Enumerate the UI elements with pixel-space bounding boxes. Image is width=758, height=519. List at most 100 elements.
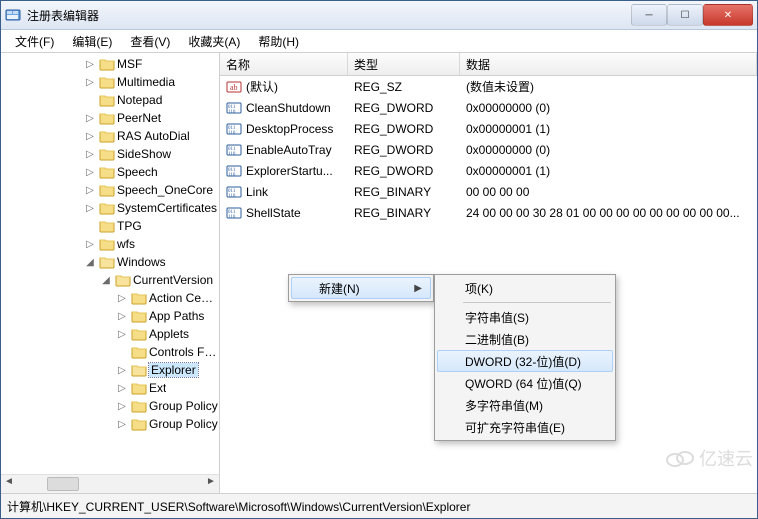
list-row[interactable]: 011110CleanShutdownREG_DWORD0x00000000 (… (220, 97, 757, 118)
tree-label: Action Center (149, 291, 219, 305)
tree-label: Controls Folder (149, 345, 219, 359)
tree-item[interactable]: ▷Applets (3, 325, 219, 343)
tree-item[interactable]: ▷App Paths (3, 307, 219, 325)
tree-item[interactable]: ▷RAS AutoDial (3, 127, 219, 145)
context-separator (463, 302, 611, 303)
expand-icon[interactable]: ▷ (83, 131, 97, 142)
tree-item[interactable]: ▷Speech (3, 163, 219, 181)
expand-icon[interactable]: ▷ (115, 401, 129, 412)
tree-horizontal-scrollbar[interactable]: ◄ ► (1, 474, 219, 493)
tree-item[interactable]: Notepad (3, 91, 219, 109)
folder-icon (131, 398, 147, 414)
context-new-label: 新建(N) (319, 280, 360, 297)
column-name[interactable]: 名称 (220, 53, 348, 75)
list-row[interactable]: 011110ShellStateREG_BINARY24 00 00 00 30… (220, 202, 757, 223)
value-type: REG_DWORD (348, 119, 460, 139)
context-new-dword[interactable]: DWORD (32-位)值(D) (437, 350, 613, 372)
tree-item[interactable]: ▷ Explorer (3, 361, 219, 379)
menu-edit[interactable]: 编辑(E) (66, 31, 118, 52)
collapse-icon[interactable]: ◢ (99, 275, 113, 286)
folder-icon (115, 272, 131, 288)
context-new-binary[interactable]: 二进制值(B) (437, 328, 613, 350)
expand-icon[interactable]: ▷ (83, 185, 97, 196)
value-name: ShellState (246, 206, 301, 220)
value-name: EnableAutoTray (246, 143, 332, 157)
list-header[interactable]: 名称 类型 数据 (220, 53, 757, 76)
context-menu-new-submenu[interactable]: 项(K) 字符串值(S) 二进制值(B) DWORD (32-位)值(D) QW… (434, 274, 616, 441)
expand-icon[interactable]: ▷ (115, 419, 129, 430)
context-new-qword[interactable]: QWORD (64 位)值(Q) (437, 372, 613, 394)
list-row[interactable]: 011110EnableAutoTrayREG_DWORD0x00000000 … (220, 139, 757, 160)
context-new-string[interactable]: 字符串值(S) (437, 306, 613, 328)
maximize-button[interactable]: ☐ (667, 4, 703, 26)
tree-item[interactable]: ▷ SystemCertificates (3, 199, 219, 217)
tree-item[interactable]: ◢ CurrentVersion (3, 271, 219, 289)
tree-item[interactable]: ◢Windows (3, 253, 219, 271)
expand-icon[interactable]: ▷ (115, 293, 129, 304)
tree-label: CurrentVersion (133, 273, 213, 287)
tree-item[interactable]: ▷ MSF (3, 55, 219, 73)
context-new[interactable]: 新建(N) ▶ (291, 277, 431, 299)
tree-item[interactable]: ▷Group Policy (3, 415, 219, 433)
expand-icon[interactable]: ▷ (83, 149, 97, 160)
binary-value-icon: 011110 (226, 100, 242, 116)
list-row[interactable]: ab(默认)REG_SZ(数值未设置) (220, 76, 757, 97)
tree-item[interactable]: ▷Multimedia (3, 73, 219, 91)
value-data: (数值未设置) (460, 76, 757, 98)
expand-icon[interactable]: ▷ (83, 59, 97, 70)
folder-icon (131, 326, 147, 342)
tree-item[interactable]: ▷SideShow (3, 145, 219, 163)
close-button[interactable]: ✕ (703, 4, 753, 26)
binary-value-icon: 011110 (226, 163, 242, 179)
tree-item[interactable]: ▷PeerNet (3, 109, 219, 127)
expand-icon[interactable]: ▷ (83, 167, 97, 178)
tree-item[interactable]: ▷ Action Center (3, 289, 219, 307)
tree-label: SystemCertificates (117, 201, 217, 215)
tree-label: Ext (149, 381, 166, 395)
title-bar[interactable]: 注册表编辑器 ─ ☐ ✕ (1, 1, 757, 30)
tree-item[interactable]: Controls Folder (3, 343, 219, 361)
scroll-thumb[interactable] (47, 477, 79, 491)
list-row[interactable]: 011110DesktopProcessREG_DWORD0x00000001 … (220, 118, 757, 139)
expand-icon[interactable]: ▷ (115, 383, 129, 394)
menu-help[interactable]: 帮助(H) (252, 31, 305, 52)
context-new-expandstring[interactable]: 可扩充字符串值(E) (437, 416, 613, 438)
list-row[interactable]: 011110ExplorerStartu...REG_DWORD0x000000… (220, 160, 757, 181)
scroll-right-icon[interactable]: ► (203, 476, 219, 492)
status-bar: 计算机\HKEY_CURRENT_USER\Software\Microsoft… (1, 493, 757, 518)
menu-favorites[interactable]: 收藏夹(A) (182, 31, 246, 52)
binary-value-icon: 011110 (226, 121, 242, 137)
collapse-icon[interactable]: ◢ (83, 257, 97, 268)
expand-icon[interactable]: ▷ (83, 203, 97, 214)
minimize-button[interactable]: ─ (631, 4, 667, 26)
value-type: REG_BINARY (348, 203, 460, 223)
tree-item[interactable]: ▷wfs (3, 235, 219, 253)
context-new-multistring[interactable]: 多字符串值(M) (437, 394, 613, 416)
tree-item[interactable]: ▷ Ext (3, 379, 219, 397)
menu-file[interactable]: 文件(F) (9, 31, 60, 52)
expand-icon[interactable]: ▷ (83, 113, 97, 124)
expand-icon[interactable]: ▷ (115, 329, 129, 340)
tree-item[interactable]: ▷ Speech_OneCore (3, 181, 219, 199)
tree-label: Speech_OneCore (117, 183, 213, 197)
context-menu-primary[interactable]: 新建(N) ▶ (288, 274, 434, 302)
expand-icon[interactable]: ▷ (115, 311, 129, 322)
value-data: 0x00000000 (0) (460, 98, 757, 118)
expand-icon[interactable]: ▷ (83, 239, 97, 250)
menu-view[interactable]: 查看(V) (124, 31, 176, 52)
list-row[interactable]: 011110LinkREG_BINARY00 00 00 00 (220, 181, 757, 202)
folder-icon (131, 344, 147, 360)
column-data[interactable]: 数据 (460, 53, 757, 75)
tree-label: MSF (117, 57, 142, 71)
scroll-left-icon[interactable]: ◄ (1, 476, 17, 492)
tree-view[interactable]: ▷ MSF ▷MultimediaNotepad▷PeerNet▷RAS AutoD… (1, 53, 219, 474)
context-new-key[interactable]: 项(K) (437, 277, 613, 299)
tree-item[interactable]: TPG (3, 217, 219, 235)
tree-label: Explorer (149, 363, 198, 377)
expand-icon[interactable]: ▷ (83, 77, 97, 88)
tree-item[interactable]: ▷Group Policy (3, 397, 219, 415)
column-type[interactable]: 类型 (348, 53, 460, 75)
folder-icon (99, 74, 115, 90)
svg-text:ab: ab (230, 83, 238, 92)
expand-icon[interactable]: ▷ (115, 365, 129, 376)
